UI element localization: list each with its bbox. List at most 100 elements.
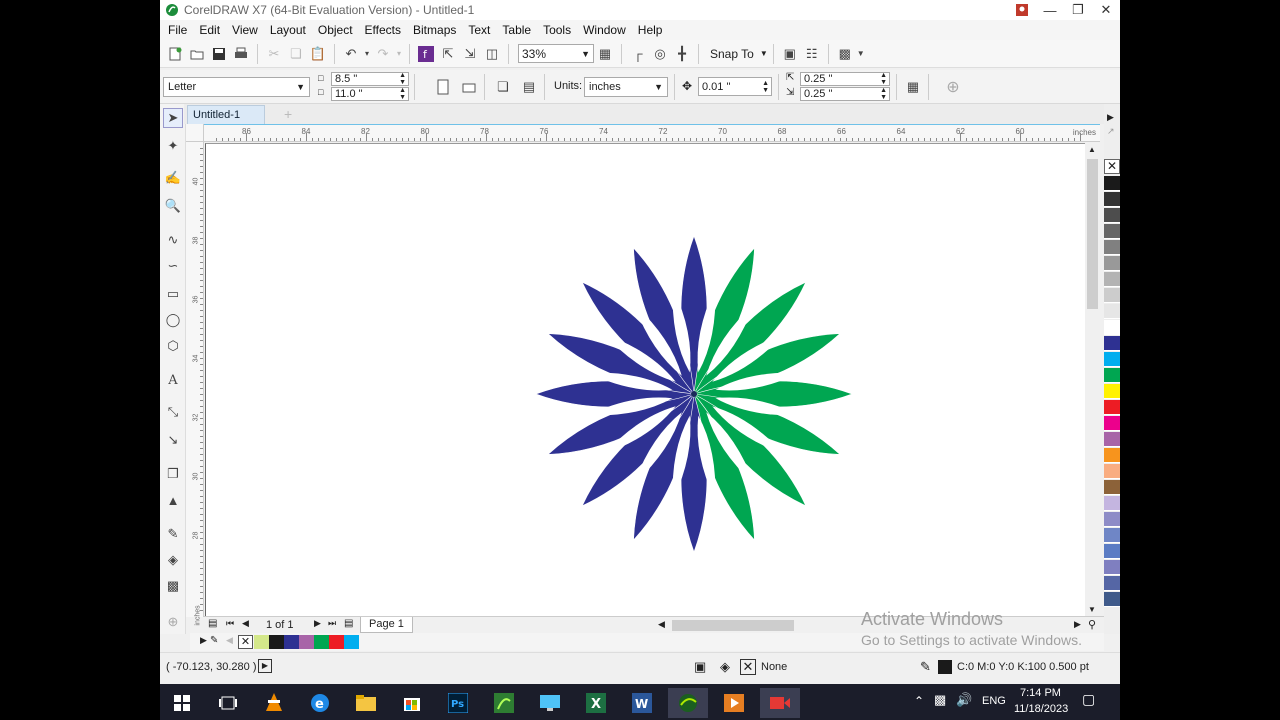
search-content-icon[interactable]: f: [415, 43, 437, 65]
palette-color-swatch[interactable]: [1104, 464, 1120, 479]
freehand-tool-icon[interactable]: ∿: [163, 230, 183, 250]
import-icon[interactable]: ⇱: [437, 43, 459, 65]
snap-to-button[interactable]: Snap To ▼: [710, 47, 768, 61]
transparency-tool-icon[interactable]: ▲: [163, 490, 183, 510]
launcher-dropdown-icon[interactable]: ▼: [856, 43, 866, 65]
tab-untitled-1[interactable]: Untitled-1: [187, 105, 265, 124]
interactive-fill-icon[interactable]: ◈: [163, 550, 183, 570]
add-page-before-icon[interactable]: ▤: [208, 618, 217, 629]
fill-bucket-icon[interactable]: ◈: [720, 659, 730, 675]
page-width-field[interactable]: 8.5 " ▲ ▼: [331, 72, 409, 86]
text-tool-icon[interactable]: A: [163, 370, 183, 390]
print-icon[interactable]: [230, 43, 252, 65]
palette-color-swatch[interactable]: [1104, 432, 1120, 447]
add-tool-icon[interactable]: ⊕: [163, 612, 183, 632]
palette-color-swatch[interactable]: [1104, 544, 1120, 559]
palette-color-swatch[interactable]: [1104, 320, 1120, 335]
vertical-ruler[interactable]: inches 40 38 36 34 32 30 28: [186, 142, 204, 626]
palette-arrow-icon[interactable]: ▶: [200, 635, 207, 646]
units-select[interactable]: inches ▼: [584, 77, 668, 97]
minimize-button[interactable]: —: [1036, 0, 1064, 20]
menu-edit[interactable]: Edit: [193, 23, 226, 37]
new-document-icon[interactable]: [164, 43, 186, 65]
first-page-icon[interactable]: ⏮: [226, 618, 234, 629]
page-tab[interactable]: Page 1: [360, 617, 413, 633]
palette-color-swatch[interactable]: [1104, 240, 1120, 255]
drawing-canvas[interactable]: [205, 143, 1085, 616]
palette-scroll-icon[interactable]: ▶: [1107, 112, 1114, 123]
scroll-up-icon[interactable]: ▲: [1088, 145, 1096, 154]
navigator-icon[interactable]: ⚲: [1088, 618, 1096, 631]
coreldraw-active-icon[interactable]: [668, 688, 708, 718]
language-indicator[interactable]: ENG: [982, 695, 1006, 707]
windows-start-icon[interactable]: [162, 688, 202, 718]
palette-color-swatch[interactable]: [1104, 256, 1120, 271]
document-color-swatch[interactable]: [299, 635, 314, 649]
palette-color-swatch[interactable]: [1104, 192, 1120, 207]
full-screen-preview-icon[interactable]: ▦: [594, 43, 616, 65]
menu-view[interactable]: View: [226, 23, 264, 37]
horizontal-scroll-thumb[interactable]: [672, 620, 794, 631]
smart-fill-icon[interactable]: ▩: [163, 576, 183, 596]
menu-text[interactable]: Text: [462, 23, 496, 37]
color-eyedropper-icon[interactable]: ✎: [163, 524, 183, 544]
duplicate-y-field[interactable]: 0.25 " ▲ ▼: [800, 87, 890, 101]
no-color-swatch[interactable]: ✕: [1104, 159, 1120, 174]
open-folder-icon[interactable]: [186, 43, 208, 65]
rectangle-tool-icon[interactable]: ▭: [163, 284, 183, 304]
menu-window[interactable]: Window: [577, 23, 632, 37]
document-color-swatch[interactable]: [269, 635, 284, 649]
scroll-left-icon[interactable]: ◀: [658, 619, 665, 630]
add-page-after-icon[interactable]: ▤: [344, 618, 353, 629]
palette-color-swatch[interactable]: [1104, 176, 1120, 191]
view-mode-icon[interactable]: ◎: [649, 43, 671, 65]
palette-color-swatch[interactable]: [1104, 576, 1120, 591]
file-explorer-icon[interactable]: [346, 688, 386, 718]
palette-color-swatch[interactable]: [1104, 288, 1120, 303]
palette-color-swatch[interactable]: [1104, 448, 1120, 463]
palette-color-swatch[interactable]: [1104, 368, 1120, 383]
palette-color-swatch[interactable]: [1104, 528, 1120, 543]
welcome-screen-icon[interactable]: ▣: [779, 43, 801, 65]
drop-shadow-icon[interactable]: ❐: [163, 464, 183, 484]
close-button[interactable]: ✕: [1092, 0, 1120, 20]
undo-dropdown-icon[interactable]: ▾: [362, 43, 372, 65]
publish-pdf-icon[interactable]: ◫: [481, 43, 503, 65]
ruler-origin[interactable]: [186, 124, 204, 142]
document-color-swatch[interactable]: [344, 635, 359, 649]
current-page-icon[interactable]: ▤: [518, 76, 540, 98]
nudge-distance-field[interactable]: 0.01 " ▲ ▼: [698, 77, 772, 96]
edge-browser-icon[interactable]: e: [300, 688, 340, 718]
artistic-media-icon[interactable]: ∽: [163, 256, 183, 276]
color-proofing-icon[interactable]: ▣: [694, 659, 706, 675]
palette-color-swatch[interactable]: [1104, 352, 1120, 367]
coreldraw-taskbar-icon[interactable]: [484, 688, 524, 718]
show-rulers-icon[interactable]: ┌: [627, 43, 649, 65]
store-icon[interactable]: [392, 688, 432, 718]
palette-color-swatch[interactable]: [1104, 512, 1120, 527]
redo-dropdown-icon[interactable]: ▾: [394, 43, 404, 65]
options-icon[interactable]: ☷: [801, 43, 823, 65]
export-icon[interactable]: ⇲: [459, 43, 481, 65]
document-color-swatch[interactable]: [329, 635, 344, 649]
application-launcher-icon[interactable]: ▩: [834, 43, 856, 65]
vlc-icon[interactable]: [254, 688, 294, 718]
no-color-swatch[interactable]: ✕: [238, 635, 253, 649]
network-icon[interactable]: ▩: [934, 692, 946, 708]
show-guidelines-icon[interactable]: ╋: [671, 43, 693, 65]
page-height-field[interactable]: 11.0 " ▲ ▼: [331, 87, 409, 101]
undo-icon[interactable]: ↶: [340, 43, 362, 65]
landscape-icon[interactable]: [458, 76, 480, 98]
control-panel-icon[interactable]: [530, 688, 570, 718]
add-icon[interactable]: ⊕: [942, 76, 964, 98]
palette-left-icon[interactable]: ◀: [226, 635, 233, 646]
flower-artwork[interactable]: [206, 144, 1086, 617]
menu-help[interactable]: Help: [632, 23, 669, 37]
horizontal-ruler[interactable]: inches 86 84 82 80 78 76 74 72 70 68 66 64 62 60: [204, 124, 1100, 142]
play-icon[interactable]: ▶: [258, 659, 272, 673]
page-size-select[interactable]: Letter ▼: [163, 77, 310, 97]
notifications-icon[interactable]: ▢: [1082, 691, 1095, 708]
media-player-icon[interactable]: [714, 688, 754, 718]
menu-bitmaps[interactable]: Bitmaps: [407, 23, 462, 37]
document-color-swatch[interactable]: [314, 635, 329, 649]
